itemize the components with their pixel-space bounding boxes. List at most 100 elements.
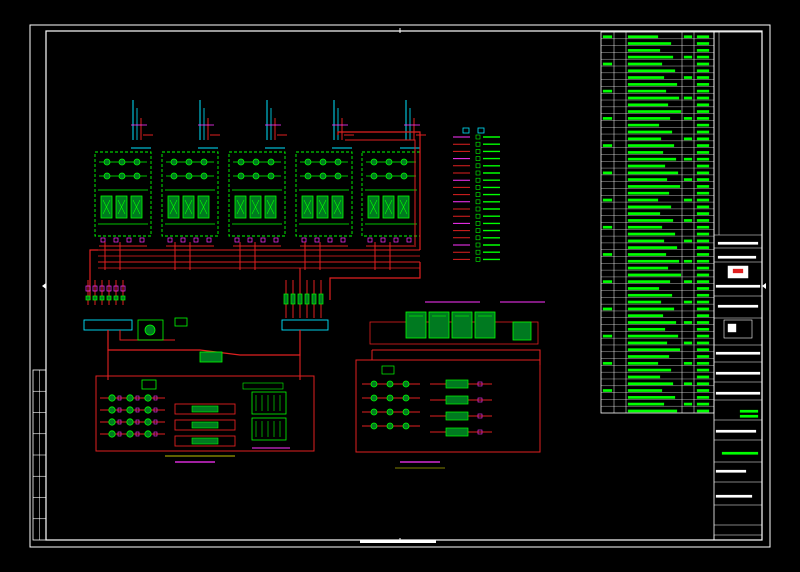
spec-row-text bbox=[627, 164, 666, 168]
spec-row-note bbox=[696, 327, 710, 331]
circulation-pump bbox=[126, 418, 134, 426]
circulation-pump bbox=[370, 380, 378, 388]
spec-row-note bbox=[696, 219, 710, 222]
spec-row-note bbox=[696, 389, 710, 392]
spec-row-note bbox=[696, 198, 710, 202]
fan-unit bbox=[400, 172, 408, 180]
water-heater-unit bbox=[512, 321, 532, 341]
spec-row-note bbox=[696, 253, 710, 256]
heat-exchanger bbox=[199, 351, 223, 363]
spec-row-text bbox=[627, 314, 664, 318]
fan-unit bbox=[334, 158, 342, 166]
spec-row-text bbox=[627, 395, 676, 399]
spec-row-text bbox=[627, 137, 662, 141]
fan-unit bbox=[334, 172, 342, 180]
spec-row-text bbox=[627, 42, 672, 45]
drawing-background bbox=[0, 0, 800, 572]
spec-row-note bbox=[696, 117, 710, 120]
spec-row-text bbox=[627, 144, 675, 147]
fan-unit bbox=[252, 172, 260, 180]
fan-unit bbox=[237, 172, 245, 180]
spec-row-note bbox=[696, 280, 710, 284]
circulation-pump bbox=[402, 422, 410, 430]
title-block-text bbox=[715, 371, 761, 375]
manifold-fitting bbox=[318, 293, 324, 305]
circulation-pump bbox=[402, 408, 410, 416]
fan-unit bbox=[400, 158, 408, 166]
manifold-fitting bbox=[85, 295, 91, 301]
fan-unit bbox=[319, 172, 327, 180]
spec-row-text bbox=[627, 287, 660, 290]
spec-row-text bbox=[627, 280, 671, 284]
fan-unit bbox=[170, 158, 178, 166]
spec-row-id bbox=[602, 334, 613, 338]
spec-row-text bbox=[627, 123, 660, 127]
spec-row-id bbox=[602, 280, 613, 284]
spec-row-note bbox=[696, 266, 710, 270]
spec-row-qty bbox=[683, 239, 693, 243]
spec-row-text bbox=[627, 191, 670, 195]
spec-row-text bbox=[627, 293, 673, 297]
spec-row-note bbox=[696, 273, 710, 277]
spec-row-id bbox=[602, 198, 613, 202]
spec-row-text bbox=[627, 307, 675, 311]
spec-row-text bbox=[627, 178, 668, 181]
manifold-fitting bbox=[113, 295, 119, 301]
company-logo-mark bbox=[732, 268, 744, 274]
fan-unit bbox=[118, 158, 126, 166]
fan-unit bbox=[304, 172, 312, 180]
spec-row-text bbox=[627, 96, 680, 100]
spec-row-text bbox=[627, 110, 682, 113]
fan-unit bbox=[267, 172, 275, 180]
spec-row-note bbox=[696, 395, 710, 399]
spec-row-text bbox=[627, 321, 677, 324]
spec-row-text bbox=[627, 246, 678, 250]
spec-row-note bbox=[696, 225, 710, 229]
spec-row-note bbox=[696, 89, 710, 93]
title-block-text bbox=[715, 284, 761, 288]
spec-row-note bbox=[696, 62, 710, 66]
spec-row-note bbox=[696, 185, 710, 188]
spec-row-note bbox=[696, 35, 710, 39]
spec-row-text bbox=[627, 409, 678, 413]
fan-unit bbox=[319, 158, 327, 166]
spec-row-note bbox=[696, 42, 710, 45]
spec-row-text bbox=[627, 35, 659, 39]
spec-row-id bbox=[602, 389, 613, 392]
circulation-pump bbox=[144, 418, 152, 426]
fan-unit bbox=[133, 158, 141, 166]
spec-row-note bbox=[696, 205, 710, 209]
spec-row-qty bbox=[683, 117, 693, 120]
spec-row-text bbox=[627, 389, 663, 392]
title-block-value bbox=[721, 451, 759, 455]
spec-row-text bbox=[627, 327, 666, 331]
spec-row-id bbox=[602, 361, 613, 365]
circulation-pump bbox=[402, 394, 410, 402]
spec-row-qty bbox=[683, 361, 693, 365]
spec-row-text bbox=[627, 62, 663, 66]
spec-row-id bbox=[602, 171, 613, 175]
spec-row-note bbox=[696, 293, 710, 297]
spec-row-qty bbox=[683, 55, 693, 59]
circulation-pump bbox=[370, 408, 378, 416]
manifold-fitting bbox=[120, 295, 126, 301]
circulation-pump bbox=[402, 380, 410, 388]
spec-row-text bbox=[627, 89, 667, 93]
heat-exchanger bbox=[445, 427, 469, 437]
spec-row-text bbox=[627, 402, 665, 406]
spec-row-note bbox=[696, 157, 710, 161]
title-block-text bbox=[717, 241, 759, 245]
spec-row-note bbox=[696, 321, 710, 324]
scale-bar bbox=[360, 540, 436, 543]
fan-unit bbox=[370, 158, 378, 166]
spec-row-id bbox=[602, 62, 613, 66]
circulation-pump bbox=[370, 422, 378, 430]
spec-row-note bbox=[696, 151, 710, 154]
fan-unit bbox=[200, 172, 208, 180]
title-block-value bbox=[739, 414, 759, 418]
spec-row-qty bbox=[683, 35, 693, 39]
spec-row-text bbox=[627, 253, 667, 256]
spec-row-id bbox=[602, 253, 613, 256]
fan-unit bbox=[237, 158, 245, 166]
spec-row-text bbox=[627, 273, 682, 277]
